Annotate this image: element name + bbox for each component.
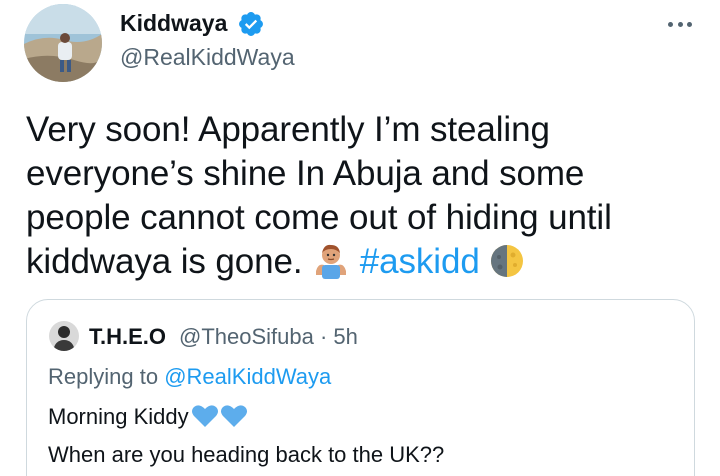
quoted-author-name[interactable]: T.H.E.O [89,324,166,350]
author-display-name[interactable]: Kiddwaya [120,10,227,37]
quoted-line-1-text: Morning Kiddy [48,404,189,429]
replying-to-label: Replying to [48,364,159,389]
replying-to-line: Replying to @RealKiddWaya [48,364,331,390]
tweet-text: Very soon! Apparently I’m stealing every… [26,108,706,290]
tweet-line: Very soon! Apparently I’m stealing [26,110,550,149]
author-handle[interactable]: @RealKiddWaya [120,44,295,71]
hashtag-link[interactable]: #askidd [360,242,480,281]
replying-to-handle[interactable]: @RealKiddWaya [164,364,331,389]
quoted-tweet-body: Morning Kiddy When are you heading back … [48,400,444,471]
tweet-line-last: kiddwaya is gone. #askidd [26,240,706,290]
more-options-icon[interactable] [664,10,696,38]
quoted-author-avatar[interactable] [49,321,79,351]
tweet-line: people cannot come out of hiding until [26,198,612,237]
blue-heart-emoji-icon [191,403,249,438]
author-avatar[interactable] [24,4,102,82]
tweet-line-text: kiddwaya is gone. [26,242,303,281]
quoted-tweet-card[interactable]: T.H.E.O @TheoSifuba · 5h Replying to @Re… [26,299,695,476]
quoted-author-meta: @TheoSifuba · 5h [179,324,358,349]
quoted-line-2: When are you heading back to the UK?? [48,442,445,467]
person-shrugging-emoji-icon [312,241,350,290]
tweet-line: everyone’s shine In Abuja and some [26,154,585,193]
quoted-line-1: Morning Kiddy [48,400,444,438]
verified-badge-icon [239,12,263,36]
last-quarter-moon-emoji-icon [489,243,525,290]
